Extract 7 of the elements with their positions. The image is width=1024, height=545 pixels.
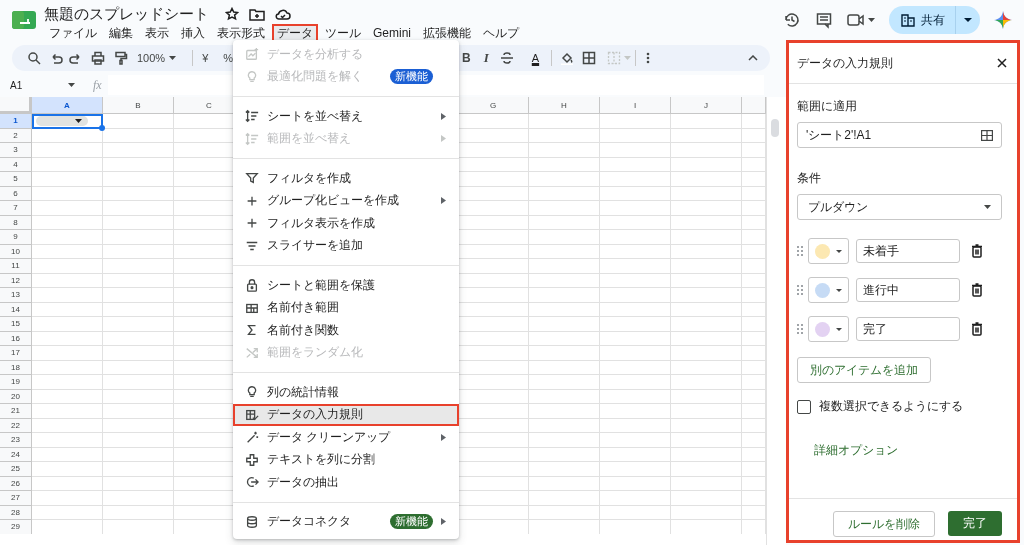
new-badge: 新機能: [390, 69, 433, 85]
field-label: 条件: [797, 170, 822, 187]
checkbox-label: 複数選択できるようにする: [819, 398, 963, 415]
field-label: 範囲に適用: [797, 98, 858, 115]
fx-label: fx: [93, 77, 102, 93]
panel-title: データの入力規則: [797, 54, 893, 72]
new-badge: 新機能: [390, 514, 433, 530]
